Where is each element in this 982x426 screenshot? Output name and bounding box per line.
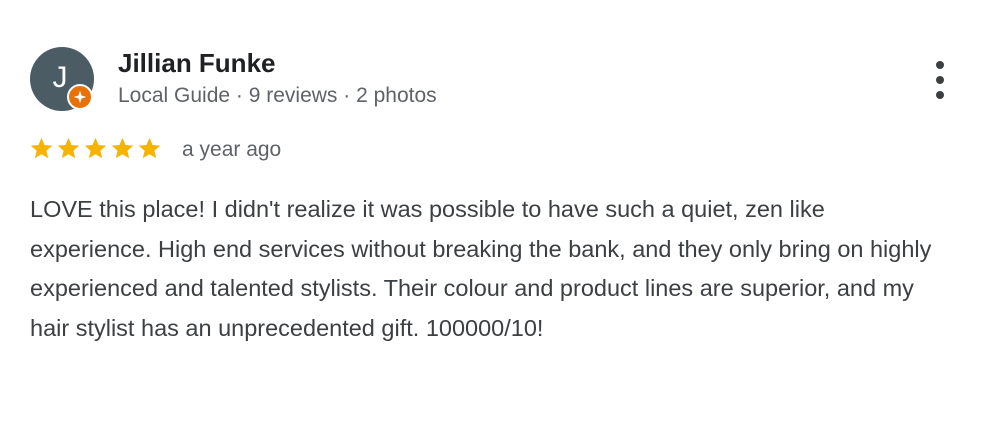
star-icon — [57, 137, 80, 159]
reviewer-name[interactable]: Jillian Funke — [118, 47, 276, 79]
star-icon — [84, 137, 107, 159]
review-card: J Jillian Funke Local Guide · 9 reviews … — [0, 0, 982, 426]
more-vert-icon-dot — [936, 76, 944, 84]
local-guide-badge-icon — [67, 84, 93, 110]
local-guide-star-icon — [73, 90, 87, 104]
more-vert-icon-dot — [936, 91, 944, 99]
star-rating — [29, 136, 162, 164]
reviewer-meta: Local Guide · 9 reviews · 2 photos — [118, 84, 437, 107]
review-text: LOVE this place! I didn't realize it was… — [30, 196, 932, 341]
review-time: a year ago — [182, 138, 282, 161]
avatar-initial: J — [52, 61, 68, 94]
star-icon — [111, 137, 134, 159]
more-vert-icon — [936, 61, 944, 69]
star-icon — [138, 137, 161, 159]
more-options-button[interactable] — [920, 58, 960, 102]
star-icon — [30, 137, 53, 159]
